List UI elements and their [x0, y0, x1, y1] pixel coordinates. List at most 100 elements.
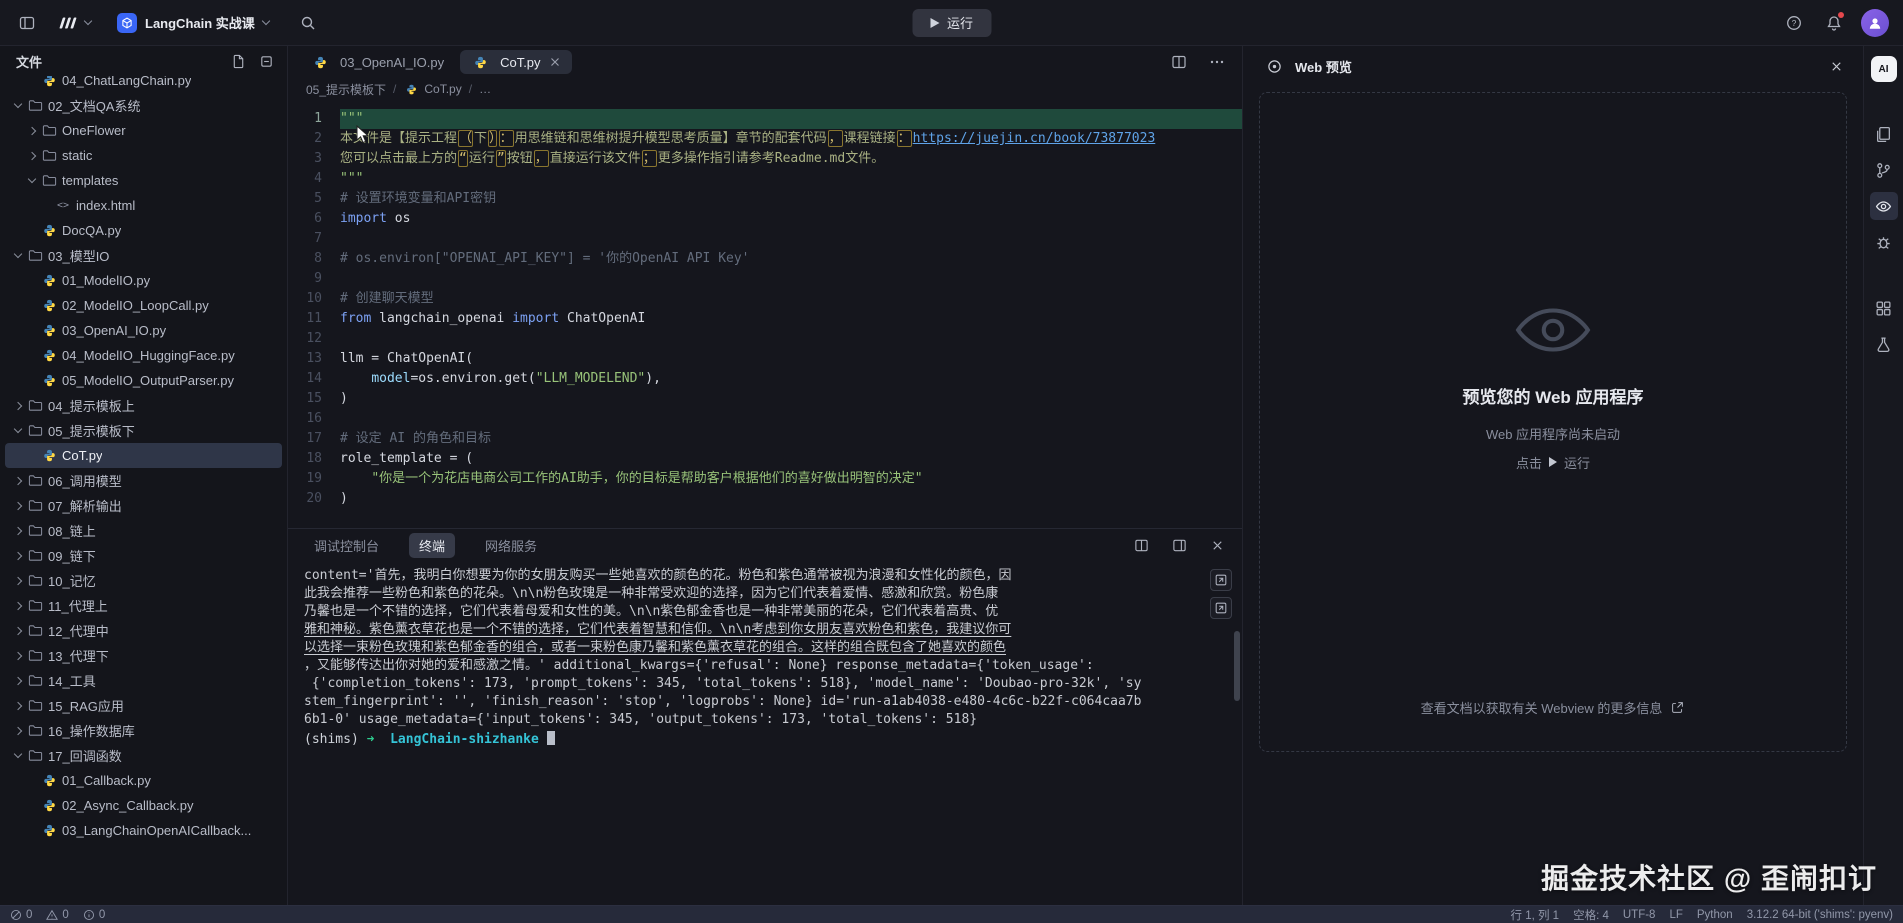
- split-terminal-icon[interactable]: [1128, 532, 1154, 558]
- code-line[interactable]: 9: [288, 269, 1242, 289]
- notifications-bell-icon[interactable]: [1821, 10, 1847, 36]
- tree-item[interactable]: templates: [5, 168, 282, 193]
- tree-item[interactable]: 02_文档QA系统: [5, 93, 282, 118]
- open-in-editor-icon[interactable]: [1210, 597, 1232, 619]
- code-line[interactable]: 19 "你是一个为花店电商公司工作的AI助手，你的目标是帮助客户根据他们的喜好做…: [288, 469, 1242, 489]
- code-line[interactable]: 16: [288, 409, 1242, 429]
- code-line[interactable]: 13llm = ChatOpenAI(: [288, 349, 1242, 369]
- code-line[interactable]: 5# 设置环境变量和API密钥: [288, 189, 1242, 209]
- tree-item[interactable]: 17_回调函数: [5, 743, 282, 768]
- tab-debug-console[interactable]: 调试控制台: [304, 533, 389, 558]
- close-preview-icon[interactable]: [1823, 53, 1849, 79]
- tree-item[interactable]: 01_Callback.py: [5, 768, 282, 793]
- tree-item[interactable]: 10_记忆: [5, 568, 282, 593]
- tree-item[interactable]: 04_ModelIO_HuggingFace.py: [5, 343, 282, 368]
- tab-terminal[interactable]: 终端: [409, 533, 455, 558]
- tree-item[interactable]: 02_ModelIO_LoopCall.py: [5, 293, 282, 318]
- git-branch-icon[interactable]: [1870, 156, 1898, 184]
- code-line[interactable]: 15): [288, 389, 1242, 409]
- status-item[interactable]: LF: [1669, 909, 1682, 921]
- debug-icon[interactable]: [1870, 228, 1898, 256]
- status-warnings[interactable]: 0: [46, 909, 68, 921]
- code-line[interactable]: 2本文件是【提示工程（下）：用思维链和思维树提升模型思考质量】章节的配套代码，课…: [288, 129, 1242, 149]
- status-item[interactable]: Python: [1697, 909, 1733, 921]
- close-tab-icon[interactable]: [548, 55, 562, 69]
- tree-item[interactable]: CoT.py: [5, 443, 282, 468]
- grid-apps-icon[interactable]: [1870, 294, 1898, 322]
- tree-item[interactable]: static: [5, 143, 282, 168]
- breadcrumb-folder[interactable]: 05_提示模板下: [306, 81, 386, 98]
- panel-layout-icon[interactable]: [1166, 532, 1192, 558]
- status-info[interactable]: 0: [83, 909, 105, 921]
- tab-cot[interactable]: CoT.py: [460, 50, 571, 74]
- tree-item[interactable]: 04_ChatLangChain.py: [5, 76, 282, 93]
- more-actions-icon[interactable]: [1204, 49, 1230, 75]
- open-in-editor-icon[interactable]: [1210, 569, 1232, 591]
- preview-hint-action[interactable]: 运行: [1564, 453, 1590, 472]
- status-errors[interactable]: 0: [10, 909, 32, 921]
- run-button[interactable]: 运行: [912, 9, 991, 37]
- code-line[interactable]: 4""": [288, 169, 1242, 189]
- project-selector[interactable]: LangChain 实战课: [109, 9, 277, 37]
- code-line[interactable]: 6import os: [288, 209, 1242, 229]
- tree-item[interactable]: 06_调用模型: [5, 468, 282, 493]
- web-preview-rail-icon[interactable]: [1870, 192, 1898, 220]
- close-panel-icon[interactable]: [1204, 532, 1230, 558]
- extensions-flask-icon[interactable]: [1870, 330, 1898, 358]
- code-line[interactable]: 8# os.environ["OPENAI_API_KEY"] = '你的Ope…: [288, 249, 1242, 269]
- status-item[interactable]: 3.12.2 64-bit ('shims': pyenv): [1747, 909, 1893, 921]
- tree-item[interactable]: 01_ModelIO.py: [5, 268, 282, 293]
- code-line[interactable]: 11from langchain_openai import ChatOpenA…: [288, 309, 1242, 329]
- webview-docs-link[interactable]: 查看文档以获取有关 Webview 的更多信息: [1260, 698, 1846, 717]
- collapse-all-icon[interactable]: [255, 50, 277, 72]
- split-editor-icon[interactable]: [1166, 49, 1192, 75]
- code-line[interactable]: 3您可以点击最上方的“运行”按钮，直接运行该文件；更多操作指引请参考Readme…: [288, 149, 1242, 169]
- terminal-scrollbar[interactable]: [1234, 631, 1240, 701]
- code-line[interactable]: 7: [288, 229, 1242, 249]
- sidebar-toggle-icon[interactable]: [14, 10, 40, 36]
- code-line[interactable]: 14 model=os.environ.get("LLM_MODELEND"),: [288, 369, 1242, 389]
- tree-item[interactable]: 03_OpenAI_IO.py: [5, 318, 282, 343]
- code-line[interactable]: 12: [288, 329, 1242, 349]
- tree-item[interactable]: 15_RAG应用: [5, 693, 282, 718]
- search-icon[interactable]: [295, 10, 321, 36]
- tree-item[interactable]: 13_代理下: [5, 643, 282, 668]
- status-item[interactable]: 空格: 4: [1573, 907, 1609, 923]
- tree-item[interactable]: <>index.html: [5, 193, 282, 218]
- tree-item[interactable]: 09_链下: [5, 543, 282, 568]
- code-line[interactable]: 10# 创建聊天模型: [288, 289, 1242, 309]
- code-line[interactable]: 1""": [288, 109, 1242, 129]
- terminal-output[interactable]: content='首先，我明白你想要为你的女朋友购买一些她喜欢的颜色的花。粉色和…: [288, 561, 1242, 905]
- breadcrumb-file[interactable]: CoT.py: [403, 81, 461, 97]
- tree-item[interactable]: 04_提示模板上: [5, 393, 282, 418]
- new-file-icon[interactable]: [227, 50, 249, 72]
- code-line[interactable]: 20): [288, 489, 1242, 509]
- tree-item[interactable]: 16_操作数据库: [5, 718, 282, 743]
- files-icon[interactable]: [1870, 120, 1898, 148]
- tree-item[interactable]: 03_模型IO: [5, 243, 282, 268]
- tree-item[interactable]: OneFlower: [5, 118, 282, 143]
- status-item[interactable]: UTF-8: [1623, 909, 1656, 921]
- tree-item[interactable]: 07_解析输出: [5, 493, 282, 518]
- code-line[interactable]: 17# 设定 AI 的角色和目标: [288, 429, 1242, 449]
- code-line[interactable]: 18role_template = (: [288, 449, 1242, 469]
- tab-03-openai-io[interactable]: 03_OpenAI_IO.py: [300, 50, 454, 74]
- status-item[interactable]: 行 1, 列 1: [1511, 907, 1560, 923]
- code-editor[interactable]: 1"""2本文件是【提示工程（下）：用思维链和思维树提升模型思考质量】章节的配套…: [288, 100, 1242, 528]
- avatar[interactable]: [1861, 9, 1889, 37]
- terminal-prompt[interactable]: (shims) ➜ LangChain-shizhanke: [304, 731, 1202, 749]
- tree-item[interactable]: 14_工具: [5, 668, 282, 693]
- tab-network[interactable]: 网络服务: [475, 533, 547, 558]
- tree-item[interactable]: 08_链上: [5, 518, 282, 543]
- tree-item[interactable]: DocQA.py: [5, 218, 282, 243]
- tree-item[interactable]: 03_LangChainOpenAICallback...: [5, 818, 282, 843]
- tree-item[interactable]: 05_提示模板下: [5, 418, 282, 443]
- breadcrumb-symbol[interactable]: …: [479, 82, 491, 96]
- tree-item[interactable]: 05_ModelIO_OutputParser.py: [5, 368, 282, 393]
- tree-item[interactable]: 02_Async_Callback.py: [5, 793, 282, 818]
- help-icon[interactable]: ?: [1781, 10, 1807, 36]
- tree-item[interactable]: 11_代理上: [5, 593, 282, 618]
- tree-item[interactable]: 12_代理中: [5, 618, 282, 643]
- app-logo[interactable]: [58, 15, 91, 31]
- ai-assistant-icon[interactable]: AI: [1871, 56, 1897, 82]
